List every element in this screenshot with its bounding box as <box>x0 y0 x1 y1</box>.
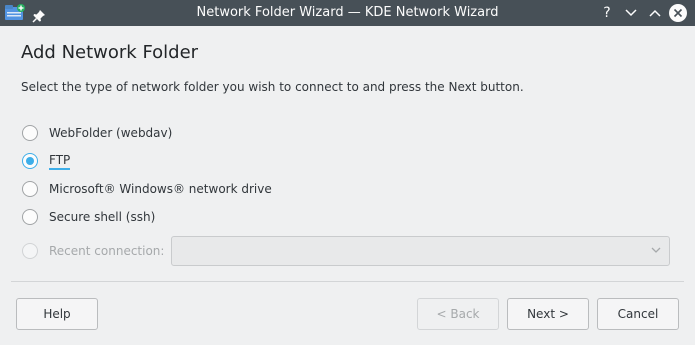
radio-button-disabled <box>22 243 38 259</box>
close-icon <box>673 8 683 18</box>
page-title: Add Network Folder <box>21 42 199 63</box>
radio-button[interactable] <box>22 125 38 141</box>
chevron-up-icon <box>649 9 661 17</box>
minimize-button[interactable] <box>621 3 641 23</box>
radio-webfolder[interactable]: WebFolder (webdav) <box>22 122 172 144</box>
separator <box>11 281 684 282</box>
radio-button[interactable] <box>22 209 38 225</box>
context-help-button[interactable]: ? <box>597 3 617 23</box>
close-button[interactable] <box>669 4 687 22</box>
back-button[interactable]: < Back <box>417 298 499 330</box>
radio-windows-network-drive[interactable]: Microsoft® Windows® network drive <box>22 178 272 200</box>
help-button[interactable]: Help <box>16 298 98 330</box>
recent-connection-dropdown <box>171 236 670 266</box>
radio-secure-shell[interactable]: Secure shell (ssh) <box>22 206 155 228</box>
radio-button[interactable] <box>22 181 38 197</box>
radio-label-webfolder: WebFolder (webdav) <box>49 126 173 140</box>
radio-button-checked[interactable] <box>22 153 38 169</box>
radio-label-windows-network-drive: Microsoft® Windows® network drive <box>49 182 272 196</box>
radio-label-recent-connection: Recent connection: <box>49 244 165 258</box>
radio-ftp[interactable]: FTP <box>22 150 71 172</box>
title-bar: Network Folder Wizard — KDE Network Wiza… <box>0 0 695 26</box>
chevron-down-icon <box>625 9 637 17</box>
maximize-button[interactable] <box>645 3 665 23</box>
radio-label-ftp: FTP <box>49 153 71 170</box>
radio-recent-connection: Recent connection: <box>22 240 164 262</box>
chevron-down-icon <box>649 243 663 257</box>
next-button[interactable]: Next > <box>507 298 589 330</box>
window-title: Network Folder Wizard — KDE Network Wiza… <box>196 5 499 20</box>
instructions-text: Select the type of network folder you wi… <box>21 80 524 94</box>
cancel-button[interactable]: Cancel <box>597 298 679 330</box>
radio-label-secure-shell: Secure shell (ssh) <box>49 210 156 224</box>
